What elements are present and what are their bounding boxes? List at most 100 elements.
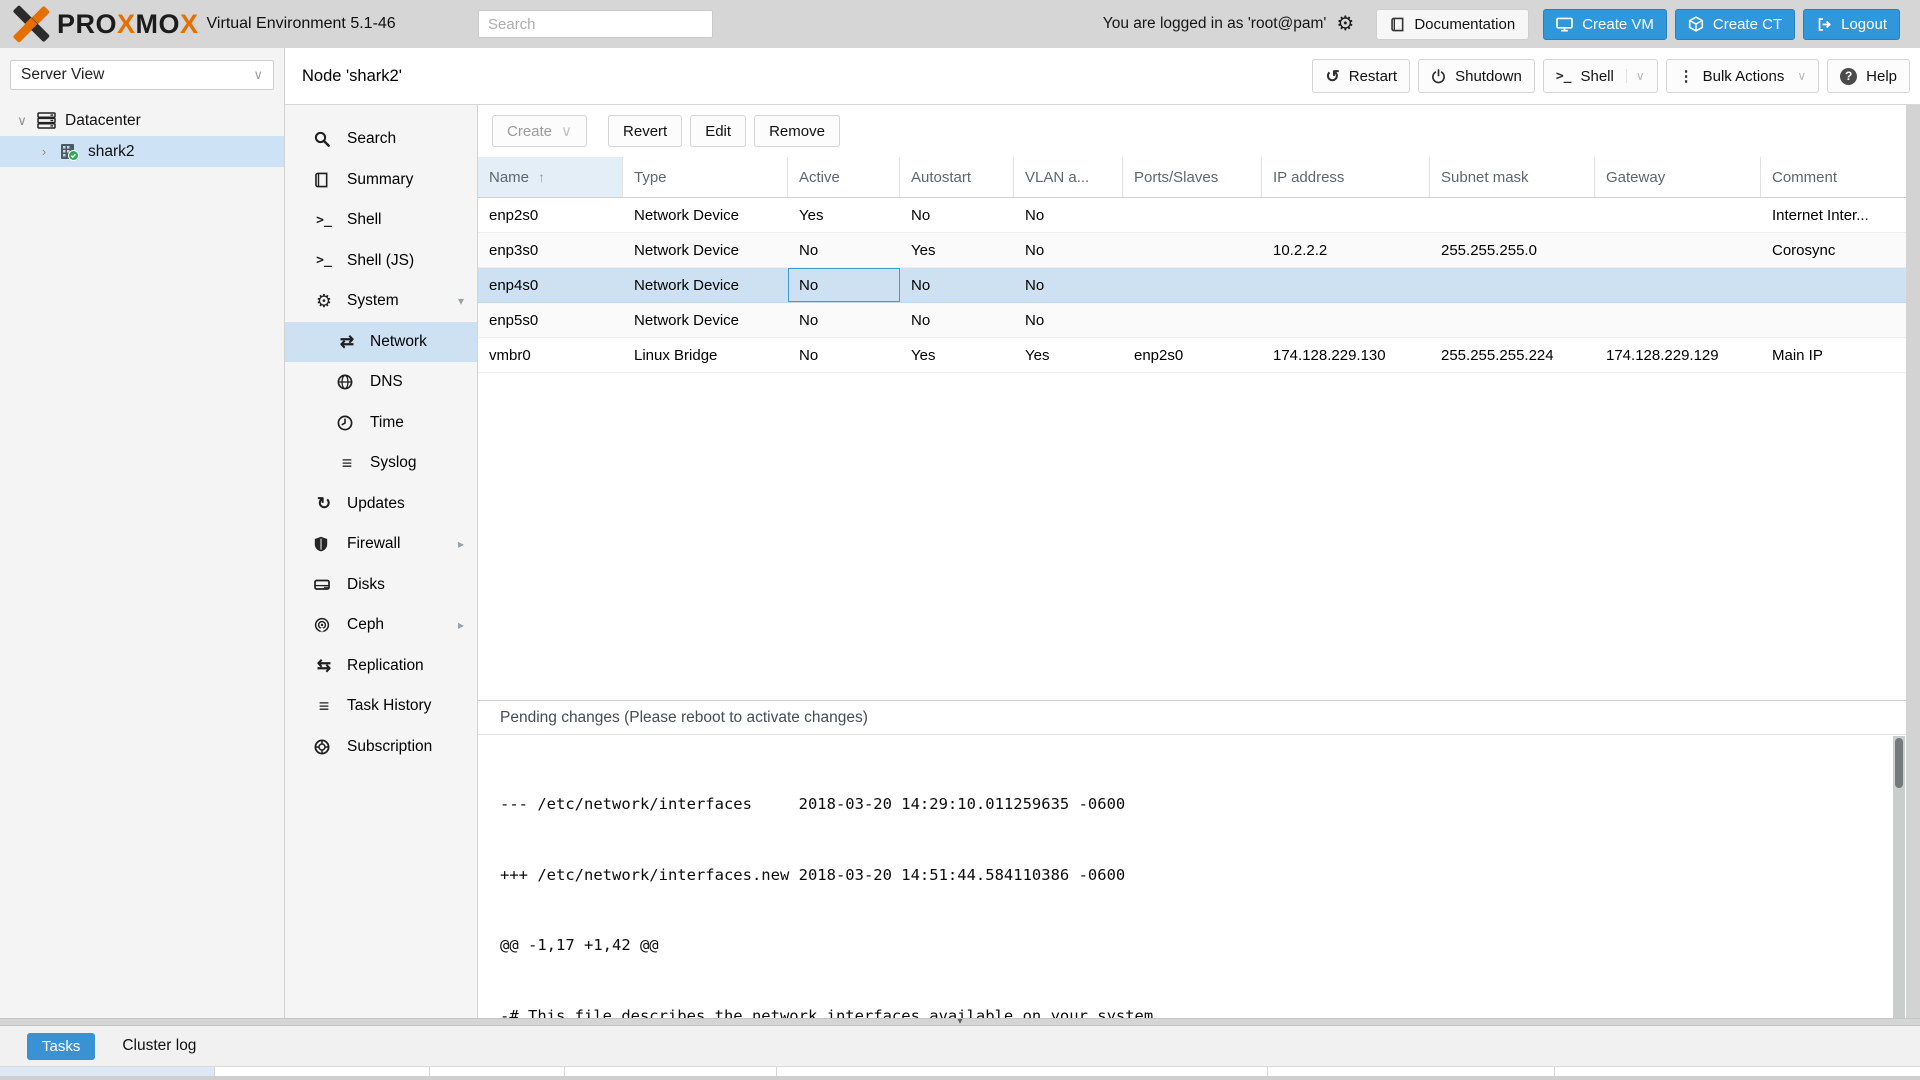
column-header-comment[interactable]: Comment <box>1761 157 1906 197</box>
brand-text: PROXMOX <box>57 9 199 40</box>
column-header-ip[interactable]: IP address <box>1262 157 1430 197</box>
create-button[interactable]: Create ∨ <box>492 115 587 147</box>
tree-item-shark2[interactable]: › shark2 <box>0 136 284 167</box>
collapse-arrow-icon[interactable]: ▾ <box>458 294 464 308</box>
create-ct-button[interactable]: Create CT <box>1675 9 1795 40</box>
ceph-icon <box>314 617 330 633</box>
menu-item-dns[interactable]: DNS <box>285 362 477 403</box>
cell-type: Network Device <box>623 198 788 232</box>
table-row-enp4s0[interactable]: enp4s0 Network Device No No No <box>478 268 1906 303</box>
help-button[interactable]: ? Help <box>1827 59 1910 93</box>
chevron-down-icon: ∨ <box>253 67 263 83</box>
column-header-subnet[interactable]: Subnet mask <box>1430 157 1595 197</box>
menu-item-firewall[interactable]: Firewall ▸ <box>285 524 477 565</box>
tree-item-label: shark2 <box>88 143 135 161</box>
power-icon <box>1431 69 1446 84</box>
cell-ip <box>1262 268 1430 302</box>
lifering-icon <box>314 739 330 755</box>
edit-button[interactable]: Edit <box>690 115 746 147</box>
sort-asc-icon: ↑ <box>538 169 545 185</box>
menu-item-disks[interactable]: Disks <box>285 565 477 606</box>
column-header-autostart[interactable]: Autostart <box>900 157 1014 197</box>
menu-label: Shell <box>347 211 381 229</box>
menu-item-system[interactable]: ⚙ System ▾ <box>285 281 477 322</box>
pending-scrollbar-thumb[interactable] <box>1895 738 1903 788</box>
shell-button[interactable]: >_ Shell ∨ <box>1543 59 1658 93</box>
tree-item-label: Datacenter <box>65 112 141 130</box>
search-icon <box>314 131 330 147</box>
cell-active-focused: No <box>788 268 900 302</box>
cell-gateway <box>1595 268 1761 302</box>
menu-label: Ceph <box>347 616 384 634</box>
menu-item-summary[interactable]: Summary <box>285 160 477 201</box>
menu-item-network[interactable]: ⇄ Network <box>285 322 477 363</box>
submenu-arrow-icon: ▸ <box>458 618 464 632</box>
menu-item-search[interactable]: Search <box>285 119 477 160</box>
restart-icon: ↺ <box>1325 68 1339 85</box>
restart-label: Restart <box>1349 68 1397 85</box>
menu-item-task-history[interactable]: ≡ Task History <box>285 686 477 727</box>
logout-button[interactable]: Logout <box>1803 9 1900 40</box>
pending-changes-title: Pending changes (Please reboot to activa… <box>478 701 1906 735</box>
documentation-button[interactable]: Documentation <box>1376 9 1529 40</box>
column-header-type[interactable]: Type <box>623 157 788 197</box>
column-header-ports[interactable]: Ports/Slaves <box>1123 157 1262 197</box>
restart-button[interactable]: ↺ Restart <box>1312 59 1410 93</box>
view-selector-combo[interactable]: Server View ∨ <box>10 60 274 90</box>
proxmox-logo: PROXMOX <box>12 5 199 43</box>
menu-item-subscription[interactable]: Subscription <box>285 727 477 768</box>
column-header-vlan[interactable]: VLAN a... <box>1014 157 1123 197</box>
list-icon: ≡ <box>314 697 334 715</box>
cell-vlan: No <box>1014 268 1123 302</box>
pending-changes-panel: Pending changes (Please reboot to activa… <box>478 700 1906 1018</box>
table-row-enp2s0[interactable]: enp2s0 Network Device Yes No No Internet… <box>478 198 1906 233</box>
diff-line: @@ -1,17 +1,42 @@ <box>500 934 1153 958</box>
search-input[interactable] <box>478 10 713 38</box>
table-row-enp3s0[interactable]: enp3s0 Network Device No Yes No 10.2.2.2… <box>478 233 1906 268</box>
cell-ports <box>1123 268 1262 302</box>
menu-item-updates[interactable]: ↻ Updates <box>285 484 477 525</box>
create-vm-button[interactable]: Create VM <box>1543 9 1667 40</box>
table-row-enp5s0[interactable]: enp5s0 Network Device No No No <box>478 303 1906 338</box>
revert-button[interactable]: Revert <box>608 115 682 147</box>
tab-tasks[interactable]: Tasks <box>27 1033 95 1060</box>
menu-item-shell-js[interactable]: >_ Shell (JS) <box>285 241 477 282</box>
resource-tree-sidebar: Server View ∨ ∨ Datacenter › shark2 <box>0 48 285 1018</box>
expander-closed-icon[interactable]: › <box>38 144 50 159</box>
expander-open-icon[interactable]: ∨ <box>16 113 28 129</box>
clock-icon <box>337 415 353 431</box>
pending-diff-text: --- /etc/network/interfaces 2018-03-20 1… <box>500 746 1153 1018</box>
shutdown-button[interactable]: Shutdown <box>1418 59 1535 93</box>
menu-item-replication[interactable]: ⇆ Replication <box>285 646 477 687</box>
cell-subnet <box>1430 268 1595 302</box>
menu-item-syslog[interactable]: ≡ Syslog <box>285 443 477 484</box>
cell-name: vmbr0 <box>478 338 623 372</box>
column-header-name[interactable]: Name↑ <box>478 157 623 197</box>
menu-label: Summary <box>347 171 413 189</box>
menu-item-shell[interactable]: >_ Shell <box>285 200 477 241</box>
tab-cluster-log[interactable]: Cluster log <box>122 1037 196 1055</box>
cell-name: enp2s0 <box>478 198 623 232</box>
tasks-column-partial <box>777 1067 1268 1076</box>
cell-autostart: Yes <box>900 338 1014 372</box>
column-header-active[interactable]: Active <box>788 157 900 197</box>
revert-label: Revert <box>623 123 667 140</box>
pending-scrollbar-track[interactable] <box>1893 736 1905 1018</box>
menu-item-ceph[interactable]: Ceph ▸ <box>285 605 477 646</box>
bulk-actions-button[interactable]: ⋮ Bulk Actions ∨ <box>1666 59 1820 93</box>
cell-comment <box>1761 268 1906 302</box>
menu-label: Syslog <box>370 454 417 472</box>
menu-item-time[interactable]: Time <box>285 403 477 444</box>
table-row-vmbr0[interactable]: vmbr0 Linux Bridge No Yes Yes enp2s0 174… <box>478 338 1906 373</box>
server-rack-icon <box>37 112 56 129</box>
shell-dropdown-chevron-icon[interactable]: ∨ <box>1626 69 1645 83</box>
cell-active: No <box>788 338 900 372</box>
remove-button[interactable]: Remove <box>754 115 840 147</box>
bottom-panel-splitter[interactable]: ▾ <box>0 1018 1920 1026</box>
book-icon <box>314 172 329 188</box>
user-settings-gear-icon[interactable]: ⚙ <box>1336 14 1354 34</box>
tree-item-datacenter[interactable]: ∨ Datacenter <box>0 105 284 136</box>
column-header-gateway[interactable]: Gateway <box>1595 157 1761 197</box>
splitter-collapse-icon[interactable]: ▾ <box>957 1020 962 1024</box>
shield-icon <box>314 536 328 552</box>
